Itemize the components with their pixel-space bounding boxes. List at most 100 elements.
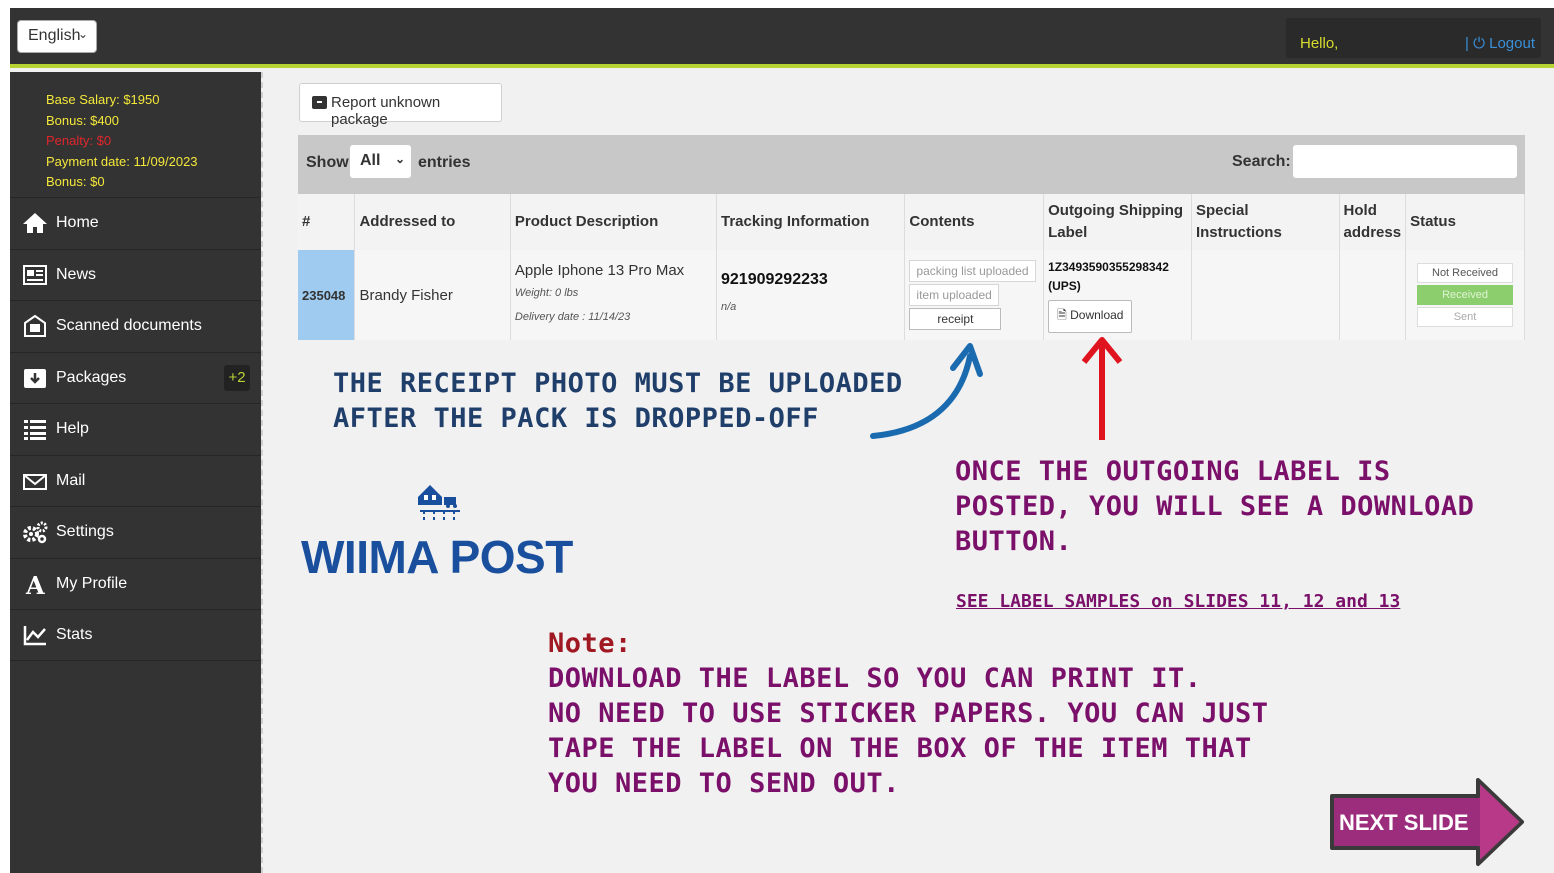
entries-label: entries xyxy=(418,154,471,171)
brand-logo: WIIMA POST xyxy=(301,531,573,583)
status-cell: Not Received Received Sent xyxy=(1405,250,1525,340)
product-name: Apple Iphone 13 Pro Max xyxy=(514,262,685,279)
sidebar-item-label: News xyxy=(56,265,97,283)
addressed-to-cell: Brandy Fisher xyxy=(354,250,511,340)
column-header[interactable]: Outgoing Shipping Label xyxy=(1043,194,1192,250)
tracking-sub: n/a xyxy=(721,301,737,313)
delivery-date: Delivery date : 11/14/23 xyxy=(514,311,631,323)
contents-cell: packing list uploaded item uploaded rece… xyxy=(904,250,1045,340)
column-header[interactable]: Addressed to xyxy=(354,194,511,250)
scanned-documents-icon xyxy=(24,314,46,337)
sidebar-item-label: Scanned documents xyxy=(56,317,202,334)
next-slide-label: NEXT SLIDE xyxy=(1339,810,1469,835)
column-header[interactable]: Hold address xyxy=(1339,194,1407,250)
status-sent-button[interactable]: Sent xyxy=(1417,307,1514,327)
special-instructions-cell xyxy=(1191,250,1340,340)
status-not-received-button[interactable]: Not Received xyxy=(1417,263,1514,283)
package-id: 235048 xyxy=(298,250,356,340)
archive-icon xyxy=(312,96,327,109)
earnings-summary: Base Salary: $1950 Bonus: $400 Penalty: … xyxy=(46,90,198,193)
stats-icon xyxy=(23,626,46,646)
packages-icon xyxy=(24,368,46,388)
label-number: 1Z3493590355298342 xyxy=(1048,259,1169,274)
sidebar-item-stats[interactable]: Stats xyxy=(10,609,261,661)
profile-icon: A xyxy=(25,572,45,596)
status-received-button[interactable]: Received xyxy=(1417,285,1514,305)
tracking-number: 921909292233 xyxy=(721,271,828,288)
sidebar-item-label: Stats xyxy=(56,626,93,643)
sidebar-item-label: Help xyxy=(56,420,89,437)
receipt-button[interactable]: receipt xyxy=(909,308,1002,330)
mail-icon xyxy=(23,473,47,490)
table-toolbar: Show All ⌄ entries Search: xyxy=(298,135,1525,194)
packages-count-badge: +2 xyxy=(224,364,250,391)
note-body: DOWNLOAD THE LABEL SO YOU CAN PRINT IT. … xyxy=(548,663,1269,799)
bonus-second: Bonus: $0 xyxy=(46,174,105,189)
sidebar-item-help[interactable]: Help xyxy=(10,403,261,455)
pdf-icon: 🗎 xyxy=(1057,307,1067,322)
column-header[interactable]: Status xyxy=(1405,194,1525,250)
download-label: Download xyxy=(1070,307,1124,322)
sidebar-item-settings[interactable]: Settings xyxy=(10,506,261,558)
logout-link[interactable]: | ⏻ Logout xyxy=(1465,35,1535,52)
list-icon xyxy=(24,420,46,440)
user-box: Hello, | ⏻ Logout xyxy=(1286,18,1541,58)
column-header[interactable]: Tracking Information xyxy=(716,194,906,250)
chevron-down-icon: ⌄ xyxy=(77,27,88,41)
language-select[interactable]: English ⌄ xyxy=(17,20,97,53)
entries-value: All xyxy=(360,152,381,169)
sidebar-item-news[interactable]: News xyxy=(10,248,261,301)
report-unknown-package-button[interactable]: Report unknown package xyxy=(299,83,502,128)
show-label: Show xyxy=(306,154,349,171)
label-samples-link[interactable]: SEE LABEL SAMPLES on SLIDES 11, 12 and 1… xyxy=(956,591,1400,612)
download-label-button[interactable]: 🗎 Download xyxy=(1048,299,1133,333)
sidebar-item-my-profile[interactable]: A My Profile xyxy=(10,557,261,610)
sidebar-item-label: My Profile xyxy=(56,574,128,592)
column-header[interactable]: Contents xyxy=(904,194,1045,250)
blue-curved-arrow-icon xyxy=(870,343,983,439)
shipping-label-cell: 1Z3493590355298342 (UPS) 🗎 Download xyxy=(1043,250,1192,340)
sidebar-item-label: Packages xyxy=(56,368,127,386)
label-annotation: ONCE THE OUTGOING LABEL IS POSTED, YOU W… xyxy=(955,456,1475,557)
packages-table: # Addressed to Product Description Track… xyxy=(298,194,1525,340)
sidebar-item-home[interactable]: Home xyxy=(10,197,261,249)
language-value: English xyxy=(28,27,81,44)
sidebar-item-scanned-documents[interactable]: Scanned documents xyxy=(10,300,261,352)
bonus: Bonus: $400 xyxy=(46,112,120,128)
sidebar-item-packages[interactable]: Packages +2 xyxy=(10,351,261,404)
column-header[interactable]: Special Instructions xyxy=(1191,194,1340,250)
entries-select[interactable]: All ⌄ xyxy=(350,145,411,178)
sidebar-item-mail[interactable]: Mail xyxy=(10,454,261,507)
sidebar-item-label: Mail xyxy=(56,471,86,489)
top-bar: English ⌄ Hello, | ⏻ Logout xyxy=(10,8,1554,68)
packing-list-uploaded-button[interactable]: packing list uploaded xyxy=(909,260,1036,282)
home-icon xyxy=(23,213,47,233)
news-icon xyxy=(23,264,47,285)
chevron-down-icon: ⌄ xyxy=(394,152,405,166)
column-header[interactable]: Product Description xyxy=(510,194,718,250)
item-uploaded-button[interactable]: item uploaded xyxy=(909,284,999,306)
tracking-cell: 921909292233 n/a xyxy=(716,250,906,340)
hold-address-cell xyxy=(1339,250,1407,340)
receipt-annotation: THE RECEIPT PHOTO MUST BE UPLOADED AFTER… xyxy=(333,368,903,434)
hello-text: Hello, xyxy=(1300,35,1339,52)
search-input[interactable] xyxy=(1293,145,1517,178)
payment-date: Payment date: 11/09/2023 xyxy=(46,153,198,169)
sidebar-item-label: Home xyxy=(56,214,99,231)
penalty: Penalty: $0 xyxy=(46,133,112,148)
logout-label: Logout xyxy=(1489,35,1535,52)
slide-frame: English ⌄ Hello, | ⏻ Logout Base Salary:… xyxy=(10,8,1554,873)
search-label: Search: xyxy=(1232,153,1291,170)
column-header[interactable]: # xyxy=(298,194,356,250)
table-row[interactable]: 235048 Brandy Fisher Apple Iphone 13 Pro… xyxy=(298,250,1525,340)
table-header-row: # Addressed to Product Description Track… xyxy=(298,194,1525,250)
warehouse-logo-icon xyxy=(418,485,460,523)
svg-text:A: A xyxy=(25,572,45,596)
product-description-cell: Apple Iphone 13 Pro Max Weight: 0 lbs De… xyxy=(510,250,718,340)
gears-icon xyxy=(23,521,48,544)
note-title: Note: xyxy=(548,628,632,659)
sidebar-nav: Home News Scanned documents Packages +2 … xyxy=(10,197,261,661)
label-carrier: (UPS) xyxy=(1048,278,1081,293)
sidebar: Base Salary: $1950 Bonus: $400 Penalty: … xyxy=(10,72,261,873)
report-button-label: Report unknown package xyxy=(331,94,441,128)
